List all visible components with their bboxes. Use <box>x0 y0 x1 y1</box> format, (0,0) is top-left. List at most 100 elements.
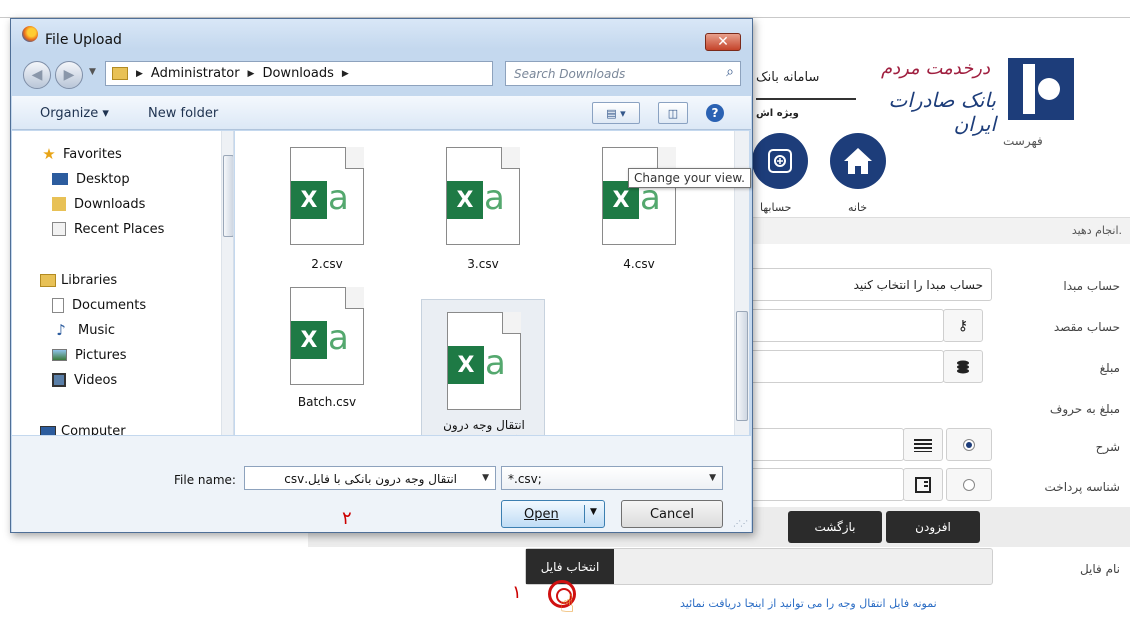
change-view-tooltip: Change your view. <box>628 168 751 188</box>
file-type-dropdown-icon: ▼ <box>709 473 716 483</box>
hand-pointer-icon: ☝ <box>560 590 575 618</box>
excel-x-mark: X <box>291 321 327 359</box>
nav-libraries[interactable]: Libraries <box>12 269 117 291</box>
file-name-dropdown-icon[interactable]: ▼ <box>482 473 489 483</box>
file-upload-dialog: File Upload ✕ ◀ ▶ ▼ ▶ Administrator ▶ Do… <box>10 18 753 533</box>
forward-nav-button[interactable]: ▶ <box>55 61 83 89</box>
nav-downloads-label: Downloads <box>74 196 146 212</box>
description-label: شرح <box>1095 440 1120 454</box>
address-bar[interactable]: ▶ Administrator ▶ Downloads ▶ ▼ ⟳ <box>105 61 583 86</box>
dialog-toolbar: Organize ▾ New folder ▤ ▾ ◫ ? <box>12 96 751 130</box>
description-input[interactable] <box>740 428 904 461</box>
nav-pictures[interactable]: Pictures <box>12 344 126 366</box>
help-icon[interactable]: ? <box>706 104 724 122</box>
file-type-filter-select[interactable]: *.csv; ▼ <box>501 466 723 490</box>
search-input[interactable]: Search Downloads ⌕ <box>505 61 741 86</box>
file-name-input[interactable]: انتقال وجه درون بانکی با فایل.csv ▼ <box>244 466 496 490</box>
breadcrumb-downloads[interactable]: Downloads <box>262 66 333 81</box>
nav-documents-label: Documents <box>72 297 147 313</box>
step-two-marker: ۲ <box>342 508 352 529</box>
source-account-label: حساب مبدا <box>1063 279 1120 293</box>
dest-account-lookup-button[interactable]: ⚷ <box>943 309 983 342</box>
nav-computer[interactable]: Computer <box>12 420 126 435</box>
nav-recent-places[interactable]: Recent Places <box>12 218 164 240</box>
lines-icon <box>914 438 932 452</box>
organize-menu[interactable]: Organize ▾ <box>40 106 109 121</box>
dialog-footer: File name: انتقال وجه درون بانکی با فایل… <box>12 436 751 532</box>
accounts-button[interactable] <box>752 133 808 189</box>
sample-file-link[interactable]: نمونه فایل انتقال وجه را می توانید از ای… <box>680 597 937 610</box>
preview-pane-button[interactable]: ◫ <box>658 102 688 124</box>
home-icon <box>844 148 872 174</box>
payment-id-input[interactable] <box>740 468 904 501</box>
amount-words-label: مبلغ به حروف <box>1049 402 1120 416</box>
close-button[interactable]: ✕ <box>705 33 741 51</box>
payment-id-radio-icon[interactable] <box>963 478 975 491</box>
description-radio-icon[interactable] <box>963 438 975 451</box>
amount-icon-box <box>943 350 983 383</box>
system-title: سامانه بانک <box>756 70 820 85</box>
files-pane-scroll-thumb[interactable] <box>736 311 748 421</box>
search-placeholder: Search Downloads <box>514 67 626 81</box>
search-icon: ⌕ <box>726 64 734 80</box>
nav-videos[interactable]: Videos <box>12 369 117 391</box>
bank-logo-text: درخدمت مردم بانک صادرات ایران <box>850 58 1000 136</box>
home-button[interactable] <box>830 133 886 189</box>
resize-grip-icon[interactable]: ⋰⋰ <box>733 519 748 528</box>
description-radio-box[interactable] <box>946 428 992 461</box>
amount-input[interactable] <box>740 350 944 383</box>
nav-pane-scroll-thumb[interactable] <box>223 155 233 237</box>
open-options-dropdown-icon[interactable]: ▼ <box>590 507 597 517</box>
add-button[interactable]: افزودن <box>886 511 980 543</box>
nav-music-label: Music <box>78 322 115 338</box>
nav-documents[interactable]: Documents <box>12 294 146 316</box>
description-icon-box <box>903 428 943 461</box>
choose-file-button[interactable]: انتخاب فایل <box>526 549 614 584</box>
back-nav-button[interactable]: ◀ <box>23 61 51 89</box>
open-button[interactable]: Open ▼ <box>501 500 605 528</box>
file-fold <box>345 147 364 169</box>
breadcrumb-administrator[interactable]: Administrator <box>151 66 240 81</box>
source-account-select[interactable]: حساب مبدا را انتخاب کنید <box>740 268 992 301</box>
file-item[interactable]: Xa 3.csv <box>421 135 545 285</box>
excel-a-mark: a <box>484 178 505 218</box>
cancel-button[interactable]: Cancel <box>621 500 723 528</box>
file-fold <box>502 312 521 334</box>
file-item[interactable]: Xa 2.csv <box>265 135 389 285</box>
amount-label: مبلغ <box>1099 361 1120 375</box>
back-button[interactable]: بازگشت <box>788 511 882 543</box>
title-divider <box>756 98 856 100</box>
recent-locations-dropdown[interactable]: ▼ <box>89 67 96 77</box>
nav-downloads[interactable]: Downloads <box>12 193 145 215</box>
folder-icon <box>112 67 128 80</box>
nav-favorites[interactable]: ★ Favorites <box>12 143 122 165</box>
dialog-titlebar[interactable]: File Upload ✕ <box>11 19 752 51</box>
file-name-label-fa: نام فایل <box>1079 562 1120 576</box>
menu-link[interactable]: فهرست <box>1003 134 1043 148</box>
file-item[interactable]: Xa Batch.csv <box>265 275 389 425</box>
file-name-value: انتقال وجه درون بانکی با فایل.csv <box>284 472 457 486</box>
change-view-button[interactable]: ▤ ▾ <box>592 102 640 124</box>
file-fold <box>657 147 676 169</box>
home-label: خانه <box>848 201 868 214</box>
nav-pane-scrollbar[interactable] <box>221 131 233 435</box>
nav-favorites-label: Favorites <box>63 146 122 162</box>
back-arrow-icon: ◀ <box>31 67 43 83</box>
system-subtitle: ویژه اش <box>756 108 799 119</box>
file-item[interactable]: Xa 4.csv <box>577 135 701 285</box>
new-folder-button[interactable]: New folder <box>148 106 218 121</box>
excel-a-mark: a <box>485 343 506 383</box>
nav-music[interactable]: ♪ Music <box>12 319 115 341</box>
browser-top-strip <box>0 0 1130 18</box>
accounts-icon <box>768 149 792 173</box>
hint-text: انجام دهید. <box>1071 224 1122 237</box>
breadcrumb-separator-icon: ▶ <box>247 68 255 79</box>
payment-id-radio-box[interactable] <box>946 468 992 501</box>
file-type-filter-value: *.csv; <box>508 472 542 486</box>
bank-slogan: درخدمت مردم <box>880 58 990 79</box>
file-item-selected[interactable]: Xa انتقال وجه درون بانکی با فایل.csv <box>421 299 545 435</box>
nav-desktop[interactable]: Desktop <box>12 168 130 190</box>
view-icon: ▤ ▾ <box>606 106 626 120</box>
dest-account-input[interactable] <box>740 309 944 342</box>
step-one-marker: ۱ <box>512 582 522 603</box>
